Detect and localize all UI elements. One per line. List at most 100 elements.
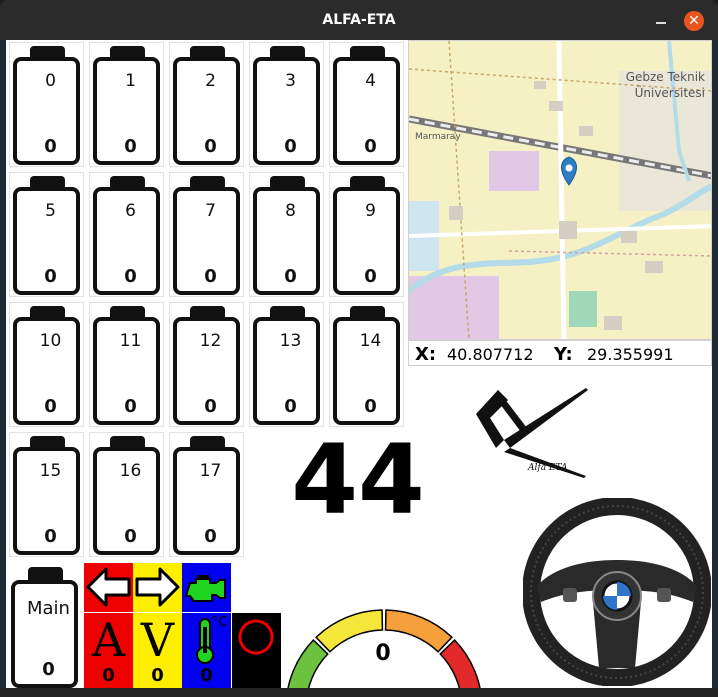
map-rail-label: Marmaray xyxy=(415,132,461,142)
window-titlebar[interactable]: ALFA-ETA ✕ xyxy=(0,0,718,40)
battery-cell-value: 0 xyxy=(284,396,297,417)
left-arrow-icon xyxy=(86,567,131,607)
engine-check-icon xyxy=(185,575,226,602)
battery-body: 10 0 xyxy=(13,317,80,425)
battery-cell-value: 0 xyxy=(284,136,297,157)
battery-cell-value: 0 xyxy=(44,136,57,157)
battery-cell-label: 13 xyxy=(279,331,302,351)
battery-body: 60 xyxy=(93,187,160,295)
battery-cell-label: 0 xyxy=(45,71,56,91)
battery-cell-label: 5 xyxy=(45,201,56,221)
power-gauge: 0 xyxy=(286,609,482,690)
battery-body: 16 0 xyxy=(93,447,160,555)
battery-cell-value: 0 xyxy=(124,396,137,417)
battery-cell-value: 0 xyxy=(44,396,57,417)
battery-cell-value: 0 xyxy=(124,526,137,547)
battery-cell-label: 1 xyxy=(125,71,136,91)
battery-cell-value: 0 xyxy=(284,266,297,287)
voltage-value: 0 xyxy=(151,665,164,686)
battery-body: 15 0 xyxy=(13,447,80,555)
battery-cell-label: 3 xyxy=(285,71,296,91)
left-signal-tile xyxy=(84,563,133,612)
battery-body: 14 0 xyxy=(333,317,400,425)
battery-body: 11 0 xyxy=(93,317,160,425)
battery-cell-label: 15 xyxy=(39,461,62,481)
logo-text: Alfa ETA xyxy=(527,463,568,473)
minimize-button[interactable] xyxy=(652,10,670,30)
map-place-label-line1: Gebze Teknik xyxy=(626,70,705,84)
steering-wheel-image xyxy=(523,498,711,686)
x-value: 40.807712 xyxy=(447,345,534,364)
battery-body: 50 xyxy=(13,187,80,295)
battery-body: 10 xyxy=(93,57,160,165)
map-canvas: Gebze Teknik Üniversitesi Marmaray xyxy=(409,41,711,339)
gauge-value: 0 xyxy=(375,641,390,666)
battery-cell-9: 90 xyxy=(329,172,404,297)
battery-cell-16: 16 0 xyxy=(89,432,164,557)
battery-cap xyxy=(28,567,63,581)
battery-cell-1: 10 xyxy=(89,42,164,167)
gauge-segment xyxy=(439,639,482,690)
battery-cell-11: 11 0 xyxy=(89,302,164,427)
x-label: X: xyxy=(415,344,437,365)
battery-cell-6: 60 xyxy=(89,172,164,297)
battery-cell-value: 0 xyxy=(364,266,377,287)
right-signal-tile xyxy=(133,563,182,612)
battery-cell-label: 7 xyxy=(205,201,216,221)
voltage-letter: V xyxy=(140,613,175,667)
battery-body: 20 xyxy=(173,57,240,165)
gauge-segment xyxy=(286,639,329,690)
alfa-eta-logo: Alfa ETA xyxy=(476,388,588,478)
battery-cell-value: 0 xyxy=(364,136,377,157)
battery-cell-label: 16 xyxy=(119,461,142,481)
battery-cell-label: 2 xyxy=(205,71,216,91)
battery-cell-value: 0 xyxy=(44,526,57,547)
battery-cell-value: 0 xyxy=(204,396,217,417)
battery-cell-label: 6 xyxy=(125,201,136,221)
battery-cell-10: 10 0 xyxy=(9,302,84,427)
battery-cell-label: 17 xyxy=(199,461,222,481)
main-battery-label: Main xyxy=(27,598,70,619)
temperature-unit: °C xyxy=(212,615,228,630)
background-window-edge-right xyxy=(712,40,718,697)
battery-cell-value: 0 xyxy=(364,396,377,417)
battery-cell-label: 11 xyxy=(119,331,142,351)
battery-body: 17 0 xyxy=(173,447,240,555)
location-map[interactable]: Gebze Teknik Üniversitesi Marmaray xyxy=(408,40,712,340)
battery-cell-value: 0 xyxy=(204,526,217,547)
battery-cell-value: 0 xyxy=(124,136,137,157)
main-battery-value: 0 xyxy=(42,659,55,680)
coordinates-bar: X: 40.807712 Y: 29.355991 xyxy=(408,340,712,366)
close-button[interactable]: ✕ xyxy=(684,11,704,31)
engine-warning-tile xyxy=(182,563,231,612)
right-arrow-icon xyxy=(135,567,180,607)
battery-cell-label: 12 xyxy=(199,331,222,351)
battery-cell-4: 40 xyxy=(329,42,404,167)
battery-body: 70 xyxy=(173,187,240,295)
battery-cell-3: 30 xyxy=(249,42,324,167)
battery-body: 80 xyxy=(253,187,320,295)
battery-body: 30 xyxy=(253,57,320,165)
gauge-segment xyxy=(384,609,453,653)
red-circle-icon xyxy=(238,619,274,655)
main-battery: Main 0 xyxy=(8,564,83,690)
battery-cell-17: 17 0 xyxy=(169,432,244,557)
battery-cell-7: 70 xyxy=(169,172,244,297)
battery-body: 40 xyxy=(333,57,400,165)
battery-cell-value: 0 xyxy=(44,266,57,287)
voltage-tile: V 0 xyxy=(133,613,182,690)
battery-cell-value: 0 xyxy=(204,266,217,287)
battery-cell-label: 9 xyxy=(365,201,376,221)
minimize-icon xyxy=(656,22,666,24)
battery-cell-5: 50 xyxy=(9,172,84,297)
y-value: 29.355991 xyxy=(587,345,674,364)
temperature-tile: °C 0 xyxy=(182,613,231,690)
gauge-segment xyxy=(315,609,384,653)
temperature-value: 0 xyxy=(200,665,213,686)
battery-cell-14: 14 0 xyxy=(329,302,404,427)
battery-cell-value: 0 xyxy=(204,136,217,157)
current-value: 0 xyxy=(102,665,115,686)
battery-cell-label: 14 xyxy=(359,331,382,351)
battery-body: 13 0 xyxy=(253,317,320,425)
window-title: ALFA-ETA xyxy=(322,12,396,28)
